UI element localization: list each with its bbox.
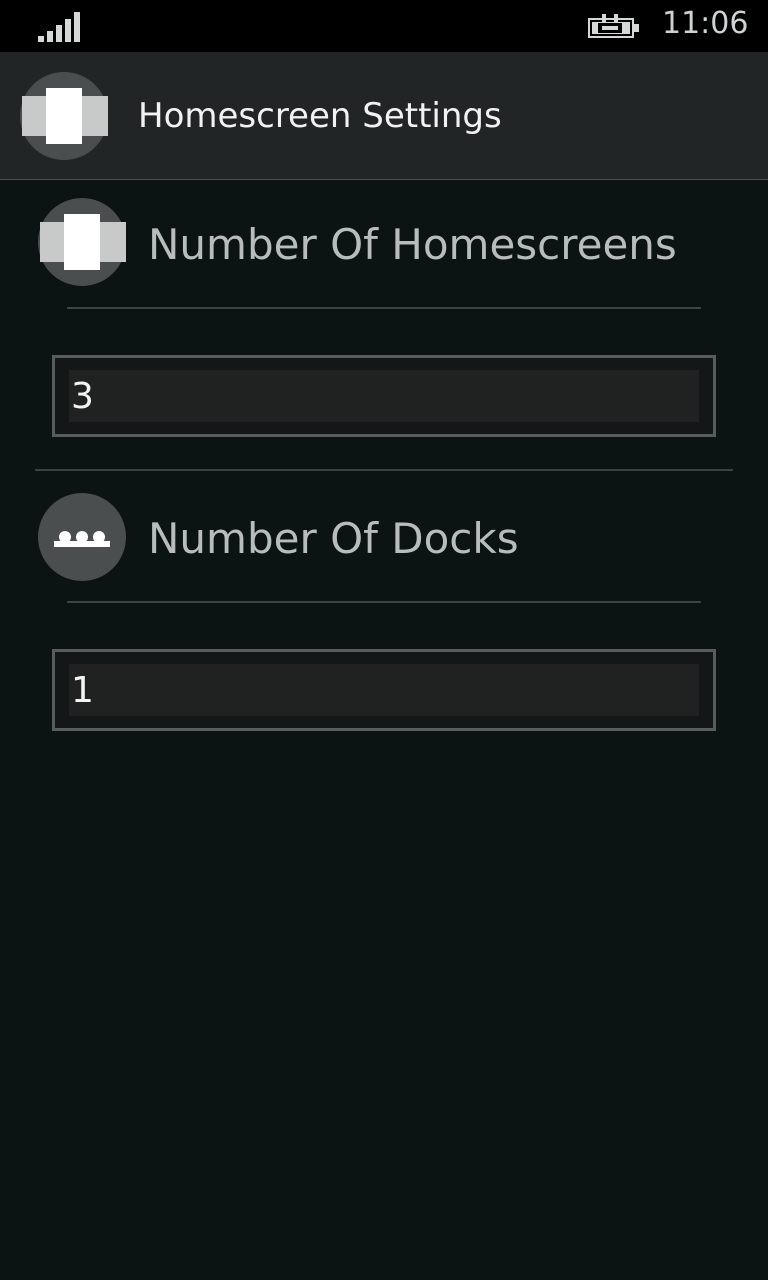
page-title: Homescreen Settings [138,96,502,136]
input-inner [69,370,699,422]
section-title-docks: Number Of Docks [148,514,519,563]
clock: 11:06 [662,6,749,41]
input-inner [69,664,699,716]
signal-strength-icon [38,12,80,42]
homescreens-count-value: 3 [71,376,94,417]
docks-count-value: 1 [71,670,94,711]
section-divider [35,469,733,471]
homescreen-icon [38,198,126,286]
battery-charging-icon [588,14,639,38]
status-bar: 11:06 [0,0,768,52]
section-underline [67,601,701,603]
dock-icon [38,493,126,581]
homescreens-count-input[interactable]: 3 [52,355,716,437]
section-title-homescreens: Number Of Homescreens [148,220,677,269]
app-header: Homescreen Settings [0,52,768,180]
homescreen-icon [20,72,108,160]
section-underline [67,307,701,309]
docks-count-input[interactable]: 1 [52,649,716,731]
